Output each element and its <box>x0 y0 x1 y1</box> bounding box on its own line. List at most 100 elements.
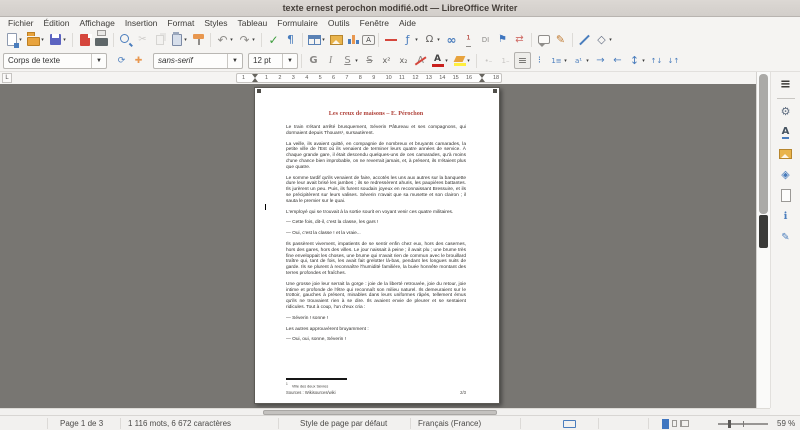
new-document-icon[interactable] <box>3 31 20 48</box>
insert-field-icon[interactable] <box>399 31 416 48</box>
menu-item-affichage[interactable]: Affichage <box>75 18 120 28</box>
copy-icon[interactable] <box>151 31 168 48</box>
open-icon[interactable] <box>25 31 42 48</box>
basic-shapes-icon[interactable] <box>593 31 610 48</box>
horizontal-ruler[interactable]: 11234567891011121314151618 <box>236 73 502 83</box>
no-list-icon[interactable] <box>514 52 531 69</box>
status-page-count[interactable]: Page 1 de 3 <box>60 416 103 430</box>
cut-icon[interactable] <box>134 31 151 48</box>
spelling-icon[interactable] <box>265 31 282 48</box>
document-paragraph: Les autres approuvèrent bruyamment : <box>286 327 466 333</box>
strikethrough-icon[interactable] <box>361 52 378 69</box>
navigator-icon[interactable] <box>777 166 794 183</box>
update-style-icon[interactable]: ⟳ <box>113 52 130 69</box>
first-line-indent-marker[interactable] <box>252 78 258 82</box>
decrease-paragraph-spacing-icon[interactable] <box>665 52 682 69</box>
underline-icon[interactable] <box>339 52 356 69</box>
find-replace-icon[interactable] <box>117 31 134 48</box>
properties-icon[interactable] <box>777 103 794 120</box>
vertical-scrollbar-dark-segment[interactable] <box>759 215 768 248</box>
insert-special-character-icon[interactable] <box>421 31 438 48</box>
document-page[interactable]: Les creux de maisons – E. Pérochon Le tr… <box>254 87 500 404</box>
bold-icon[interactable] <box>305 52 322 69</box>
horizontal-scrollbar[interactable] <box>0 408 770 415</box>
vertical-scrollbar-thumb[interactable] <box>759 74 768 214</box>
insert-endnote-icon[interactable] <box>477 31 494 48</box>
page-deck-icon[interactable] <box>777 187 794 204</box>
menu-item-formulaire[interactable]: Formulaire <box>272 18 323 28</box>
insert-comment-icon[interactable] <box>535 31 552 48</box>
menu-item-format[interactable]: Format <box>162 18 199 28</box>
export-pdf-icon[interactable] <box>76 31 93 48</box>
insert-text-box-icon[interactable] <box>362 35 375 45</box>
document-canvas[interactable]: Les creux de maisons – E. Pérochon Le tr… <box>0 84 756 408</box>
formatting-marks-icon[interactable] <box>282 31 299 48</box>
zoom-level[interactable]: 59 % <box>777 416 795 430</box>
decrease-indent-icon[interactable] <box>609 52 626 69</box>
style-inspector-icon[interactable] <box>777 208 794 225</box>
track-changes-icon[interactable] <box>552 31 569 48</box>
insert-cross-reference-icon[interactable] <box>511 31 528 48</box>
highlight-color-icon[interactable] <box>451 52 468 69</box>
styles-icon[interactable] <box>777 124 794 141</box>
numbered-list-icon[interactable] <box>497 52 514 69</box>
paragraph-style-dropdown[interactable] <box>91 54 106 68</box>
zoom-slider[interactable] <box>718 416 768 430</box>
insert-footnote-icon[interactable] <box>460 31 477 48</box>
window-titlebar[interactable]: texte ernest perochon modifié.odt — Libr… <box>0 0 800 17</box>
status-page-style[interactable]: Style de page par défaut <box>300 416 387 430</box>
font-size-combo[interactable]: 12 pt <box>248 53 298 69</box>
save-icon[interactable] <box>47 31 64 48</box>
font-color-icon[interactable] <box>429 52 446 69</box>
font-size-dropdown[interactable] <box>282 54 297 68</box>
paste-icon[interactable] <box>168 31 185 48</box>
superscript-icon[interactable] <box>378 52 395 69</box>
insert-hyperlink-icon[interactable] <box>443 31 460 48</box>
insert-page-break-icon[interactable] <box>382 31 399 48</box>
clone-formatting-icon[interactable] <box>190 31 207 48</box>
status-language[interactable]: Français (France) <box>418 416 481 430</box>
italic-icon[interactable] <box>322 52 339 69</box>
font-name-combo[interactable]: sans-serif <box>153 53 243 69</box>
undo-icon[interactable] <box>214 31 231 48</box>
menu-item-aide[interactable]: Aide <box>394 18 421 28</box>
book-view-icon[interactable] <box>680 420 689 427</box>
redo-icon[interactable] <box>236 31 253 48</box>
menu-item-fichier[interactable]: Fichier <box>3 18 39 28</box>
menu-item-fenetre[interactable]: Fenêtre <box>355 18 394 28</box>
single-page-view-icon[interactable] <box>662 419 669 429</box>
zoom-slider-thumb[interactable] <box>728 420 731 428</box>
insert-table-icon[interactable] <box>306 31 323 48</box>
subscript-icon[interactable] <box>395 52 412 69</box>
insert-line-icon[interactable] <box>576 31 593 48</box>
vertical-scrollbar[interactable] <box>756 72 770 408</box>
font-name-dropdown[interactable] <box>227 54 242 68</box>
new-style-icon[interactable]: ✚ <box>130 52 147 69</box>
accessibility-check-icon[interactable] <box>777 229 794 246</box>
multi-page-view-icon[interactable] <box>672 420 677 427</box>
increase-paragraph-spacing-icon[interactable] <box>648 52 665 69</box>
insert-bookmark-icon[interactable] <box>494 31 511 48</box>
line-spacing-icon[interactable] <box>626 52 643 69</box>
menu-item-edition[interactable]: Édition <box>39 18 75 28</box>
sidebar-settings-icon[interactable] <box>777 76 794 93</box>
status-word-count[interactable]: 1 116 mots, 6 672 caractères <box>128 416 231 430</box>
menu-item-styles[interactable]: Styles <box>199 18 232 28</box>
insert-image-icon[interactable] <box>328 31 345 48</box>
menu-item-insertion[interactable]: Insertion <box>120 18 163 28</box>
gallery-icon[interactable] <box>777 145 794 162</box>
paragraph-style-combo[interactable]: Corps de texte <box>3 53 107 69</box>
tab-stop-selector[interactable]: L <box>2 73 12 83</box>
insert-chart-icon[interactable] <box>345 31 362 48</box>
outline-list-icon[interactable] <box>570 52 587 69</box>
menu-item-outils[interactable]: Outils <box>323 18 355 28</box>
print-icon[interactable] <box>93 31 110 48</box>
right-indent-marker-bottom[interactable] <box>479 78 485 82</box>
selection-mode-icon[interactable] <box>563 416 576 430</box>
list-options-icon[interactable] <box>531 52 548 69</box>
increase-indent-icon[interactable] <box>592 52 609 69</box>
bullet-list-icon[interactable] <box>480 52 497 69</box>
menu-item-tableau[interactable]: Tableau <box>233 18 273 28</box>
clear-formatting-icon[interactable] <box>412 52 429 69</box>
ordered-list-icon[interactable] <box>548 52 565 69</box>
